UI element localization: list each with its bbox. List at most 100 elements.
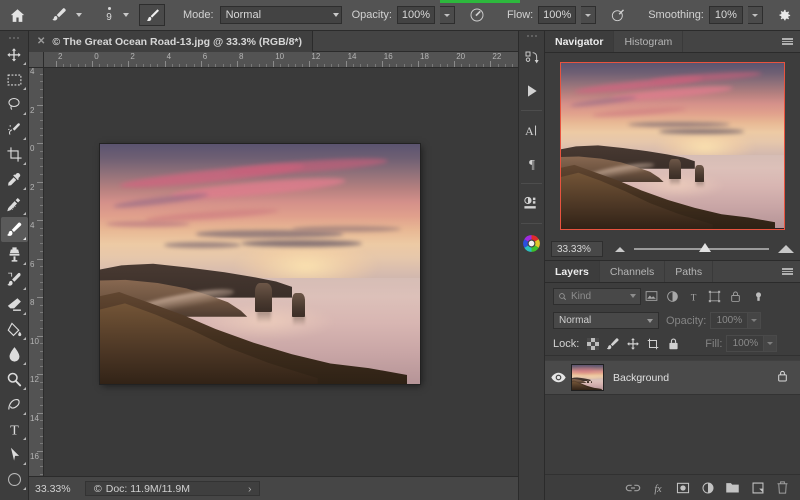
layer-name[interactable]: Background: [604, 372, 669, 384]
smoothing-control[interactable]: Smoothing: 10%: [643, 0, 768, 31]
tab-layers[interactable]: Layers: [545, 261, 600, 282]
toolbar-grip[interactable]: [0, 33, 28, 42]
pressure-controls-opacity-button[interactable]: [460, 0, 494, 31]
lock-image-pixels-button[interactable]: [603, 334, 623, 354]
delete-layer-button[interactable]: [771, 476, 794, 499]
lock-all-button[interactable]: [663, 334, 683, 354]
lock-artboard-nesting-button[interactable]: [643, 334, 663, 354]
opacity-control[interactable]: Opacity: 100%: [347, 0, 460, 31]
status-doc-info[interactable]: © Doc: 11.9M/11.9M ›: [85, 481, 261, 496]
link-layers-button[interactable]: [621, 476, 644, 499]
navigator-thumbnail[interactable]: [560, 61, 785, 230]
sidebar-item-dodge-tool[interactable]: [1, 367, 28, 392]
actions-panel-button[interactable]: [518, 74, 545, 107]
layer-thumbnail[interactable]: [571, 364, 604, 391]
tool-preset-picker[interactable]: [42, 0, 87, 31]
tab-histogram[interactable]: Histogram: [614, 31, 684, 52]
history-panel-button[interactable]: [518, 41, 545, 74]
navigator-preview[interactable]: [545, 53, 800, 238]
chevron-right-icon[interactable]: ›: [248, 483, 252, 495]
sidebar-item-blur-tool[interactable]: [1, 342, 28, 367]
sidebar-item-quick-selection-tool[interactable]: [1, 117, 28, 142]
ruler-corner[interactable]: [29, 52, 44, 68]
rail-grip[interactable]: [519, 31, 544, 41]
canvas-horizontal-scrollbar[interactable]: [44, 466, 518, 476]
filter-shape-layers-icon[interactable]: [704, 286, 725, 307]
mode-control[interactable]: Mode: Normal: [178, 0, 347, 31]
flow-input[interactable]: 100%: [538, 6, 577, 24]
color-panel-button[interactable]: [518, 227, 545, 260]
sidebar-item-lasso-tool[interactable]: [1, 92, 28, 117]
flow-control[interactable]: Flow: 100%: [502, 0, 601, 31]
fill-dropdown-button[interactable]: [764, 335, 778, 352]
paragraph-panel-button[interactable]: ¶: [518, 147, 545, 180]
layer-filter-kind-select[interactable]: Kind: [553, 287, 641, 305]
new-layer-button[interactable]: [746, 476, 769, 499]
layer-list[interactable]: Background: [545, 356, 800, 448]
canvas-vertical-scrollbar[interactable]: [508, 68, 518, 476]
sidebar-item-eyedropper-tool[interactable]: [1, 167, 28, 192]
chevron-down-icon[interactable]: [76, 13, 82, 17]
close-icon[interactable]: ✕: [37, 36, 45, 47]
lock-transparent-pixels-button[interactable]: [583, 334, 603, 354]
brush-size-picker[interactable]: 9: [95, 0, 134, 31]
smoothing-options-button[interactable]: [768, 0, 800, 31]
tab-channels[interactable]: Channels: [600, 261, 666, 282]
sidebar-item-crop-tool[interactable]: [1, 142, 28, 167]
sidebar-item-type-tool[interactable]: T: [1, 417, 28, 442]
zoom-out-small-triangle-icon[interactable]: [615, 246, 625, 252]
home-button[interactable]: [0, 0, 34, 31]
sidebar-item-marquee-tool[interactable]: [1, 67, 28, 92]
navigator-zoom-slider[interactable]: [634, 243, 769, 252]
sidebar-item-history-brush-tool[interactable]: [1, 267, 28, 292]
chevron-down-icon[interactable]: [123, 13, 129, 17]
sidebar-item-paint-bucket-tool[interactable]: [1, 317, 28, 342]
vertical-ruler[interactable]: 4 2 0 2 4 6 8 10 12 14 16: [29, 52, 44, 476]
sidebar-item-path-selection-tool[interactable]: [1, 442, 28, 467]
sidebar-item-healing-brush-tool[interactable]: [1, 192, 28, 217]
smoothing-input[interactable]: 10%: [708, 6, 743, 24]
sidebar-item-eraser-tool[interactable]: [1, 292, 28, 317]
filter-type-layers-icon[interactable]: T: [683, 286, 704, 307]
airbrush-button[interactable]: [601, 0, 635, 31]
brush-preset-panel-button[interactable]: [134, 0, 170, 31]
new-fill-adjustment-layer-button[interactable]: [696, 476, 719, 499]
navigator-zoom-slider-handle[interactable]: [698, 243, 711, 252]
layer-style-button[interactable]: fx: [646, 476, 669, 499]
flow-dropdown-button[interactable]: [581, 6, 597, 24]
fill-input[interactable]: 100%: [726, 335, 765, 352]
layers-panel-menu-button[interactable]: [775, 261, 800, 282]
document-tab[interactable]: ✕ © The Great Ocean Road-13.jpg @ 33.3% …: [29, 31, 314, 52]
character-panel-button[interactable]: A: [518, 114, 545, 147]
status-zoom-level[interactable]: 33.33%: [29, 483, 85, 495]
navigator-zoom-input[interactable]: 33.33%: [551, 241, 603, 257]
filter-toggle-icon[interactable]: [748, 286, 769, 307]
zoom-in-large-triangle-icon[interactable]: [778, 245, 794, 253]
canvas-area[interactable]: [44, 68, 518, 476]
opacity-input[interactable]: 100%: [396, 6, 435, 24]
layer-opacity-input[interactable]: 100%: [710, 312, 749, 329]
document-image[interactable]: [100, 144, 420, 384]
lock-position-button[interactable]: [623, 334, 643, 354]
layer-opacity-dropdown-button[interactable]: [748, 312, 762, 329]
opacity-dropdown-button[interactable]: [439, 6, 455, 24]
navigator-panel-menu-button[interactable]: [775, 31, 800, 52]
sidebar-item-brush-tool[interactable]: [0, 217, 28, 242]
smoothing-dropdown-button[interactable]: [747, 6, 763, 24]
layer-mask-button[interactable]: [671, 476, 694, 499]
new-group-button[interactable]: [721, 476, 744, 499]
filter-smart-objects-icon[interactable]: [725, 286, 746, 307]
sidebar-item-move-tool[interactable]: [1, 42, 28, 67]
sidebar-item-ellipse-tool[interactable]: [1, 467, 28, 492]
table-row[interactable]: Background: [545, 360, 800, 395]
mode-select[interactable]: Normal: [219, 6, 342, 24]
horizontal-ruler[interactable]: 202468101214161820222: [44, 52, 518, 68]
tab-navigator[interactable]: Navigator: [545, 31, 615, 52]
blend-mode-select[interactable]: Normal: [553, 312, 659, 329]
filter-adjustment-layers-icon[interactable]: [662, 286, 683, 307]
tab-paths[interactable]: Paths: [665, 261, 714, 282]
adjustments-panel-button[interactable]: [518, 187, 545, 220]
sidebar-item-pen-tool[interactable]: [1, 392, 28, 417]
sidebar-item-clone-stamp-tool[interactable]: [1, 242, 28, 267]
filter-pixel-layers-icon[interactable]: [641, 286, 662, 307]
